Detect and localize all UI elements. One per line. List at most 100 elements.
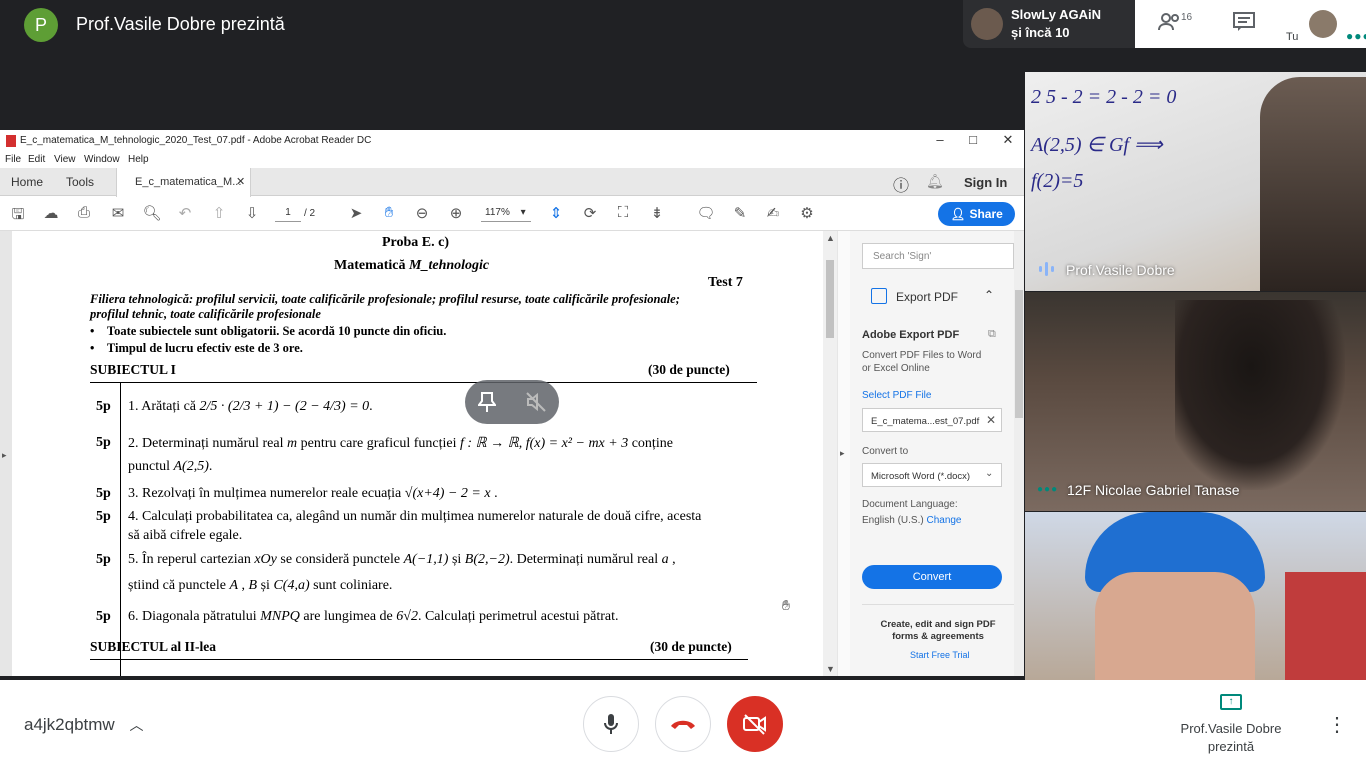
export-pdf-heading[interactable]: Export PDF (896, 290, 958, 304)
doc-subiectul-1-points: (30 de puncte) (648, 362, 730, 377)
help-icon[interactable]: ⓘ (893, 172, 909, 196)
video-tile-participant[interactable]: ●●● 12F Nicolae Gabriel Tanase (1025, 292, 1366, 511)
pane-collapse-icon[interactable]: ▸ (840, 448, 845, 459)
q5-text-line2: știind că punctele A , B și C(4,a) sunt … (128, 578, 393, 593)
zoom-level: 117% (485, 207, 510, 218)
mail-icon[interactable]: ✉ (108, 204, 128, 222)
scroll-mode-icon[interactable]: ⇟ (647, 204, 667, 222)
more-options-icon[interactable]: ⋮ (1327, 712, 1347, 737)
free-trial-link[interactable]: Start Free Trial (910, 650, 970, 660)
self-avatar[interactable] (1309, 10, 1337, 38)
sign-in-link[interactable]: Sign In (964, 175, 1007, 190)
menu-file[interactable]: File (5, 154, 21, 165)
present-screen-icon[interactable]: ↑ (1220, 694, 1242, 710)
tab-home[interactable]: Home (11, 175, 43, 189)
zoom-out-icon[interactable]: ⊖ (412, 204, 432, 222)
doc-subiectul-2-points: (30 de puncte) (650, 639, 732, 654)
scroll-down-icon[interactable]: ▼ (826, 664, 835, 674)
maximize-icon[interactable]: □ (958, 132, 988, 147)
q1-text: 1. Arătați că 2/5 · (2/3 + 1) − (2 − 4/3… (128, 399, 373, 414)
chevron-up-icon[interactable]: ︿ (129, 717, 143, 733)
tile-participant-name: Prof.Vasile Dobre (1066, 262, 1175, 278)
doc-subiectul-1: SUBIECTUL I (90, 362, 176, 377)
fit-page-icon[interactable]: ⇕ (546, 204, 566, 222)
more-tools-icon[interactable]: ⚙︎ (797, 204, 817, 222)
chevron-up-icon[interactable]: ⌃ (984, 288, 994, 302)
q6-text: 6. Diagonala pătratului MNPQ are lungime… (128, 609, 619, 624)
bell-icon[interactable]: 🔔︎ (926, 173, 944, 190)
speaking-dots-icon: ●●● (1037, 484, 1059, 495)
q2-points: 5p (96, 435, 111, 450)
print-icon[interactable]: ⎙ (74, 204, 94, 221)
tab-close-icon[interactable]: ✕ (236, 175, 245, 188)
undo-icon[interactable]: ↶ (175, 204, 195, 222)
left-pane-toggle-icon[interactable]: ▸ (2, 450, 7, 461)
page-up-icon[interactable]: ⇧ (209, 204, 229, 222)
hang-up-button[interactable] (655, 696, 711, 752)
pane-scroll-thumb[interactable] (1015, 290, 1023, 418)
self-audio-indicator: ●●● (1346, 29, 1366, 43)
export-pdf-icon (871, 288, 887, 304)
tile-participant-name: 12F Nicolae Gabriel Tanase (1067, 482, 1240, 498)
zoom-level-select[interactable]: 117% ▾ (481, 204, 531, 222)
full-screen-icon[interactable]: ⛶ (613, 204, 633, 221)
highlight-pen-icon[interactable]: ✎ (730, 204, 750, 222)
minimize-icon[interactable]: – (925, 132, 955, 147)
share-button[interactable]: 👤︎ Share (938, 202, 1015, 226)
chat-icon[interactable] (1233, 12, 1255, 38)
meeting-code[interactable]: a4jk2qbtmw ︿ (24, 715, 143, 735)
convert-button[interactable]: Convert (862, 565, 1002, 589)
copy-icon[interactable]: ⧉ (988, 328, 996, 341)
video-tile-presenter[interactable]: 2 5 - 2 = 2 - 2 = 0 A(2,5) ∈ Gf ⟹ f(2)=5… (1025, 72, 1366, 291)
q3-text: 3. Rezolvați în mulțimea numerelor reale… (128, 486, 498, 501)
promo-text: Create, edit and sign PDF forms & agreem… (880, 619, 996, 642)
menu-window[interactable]: Window (84, 154, 120, 165)
upload-cloud-icon[interactable]: ☁ (41, 204, 61, 222)
participant-more: și încă 10 (1011, 25, 1070, 40)
q4-text: 4. Calculați probabilitatea ca, alegând … (128, 509, 702, 524)
page-down-icon[interactable]: ⇩ (242, 204, 262, 222)
q6-points: 5p (96, 609, 111, 624)
speaking-indicator-icon (1039, 262, 1055, 281)
adobe-export-pdf-title: Adobe Export PDF (862, 329, 960, 341)
select-pdf-link[interactable]: Select PDF File (862, 390, 931, 401)
menu-edit[interactable]: Edit (28, 154, 45, 165)
search-zoom-icon[interactable]: 🔍︎ (142, 204, 162, 222)
doc-filiera-line1: Filiera tehnologică: profilul servicii, … (90, 292, 680, 306)
save-icon[interactable]: 🖫︎ (8, 204, 28, 229)
select-cursor-icon[interactable]: ➤ (346, 204, 366, 222)
rotate-icon[interactable]: ⟳ (580, 204, 600, 222)
change-language-link[interactable]: Change (926, 515, 961, 526)
chevron-down-icon: ▾ (520, 207, 526, 218)
people-icon[interactable] (1158, 12, 1182, 38)
q4-text-line2: să aibă cifrele egale. (128, 528, 243, 543)
zoom-in-icon[interactable]: ⊕ (446, 204, 466, 222)
document-scroll-thumb[interactable] (826, 260, 834, 338)
sign-icon[interactable]: ✍︎ (763, 204, 783, 222)
microphone-button[interactable] (583, 696, 639, 752)
scroll-up-icon[interactable]: ▲ (826, 233, 835, 243)
presenting-label[interactable]: Prof.Vasile Dobre prezintă (1170, 720, 1292, 756)
pin-icon[interactable] (477, 391, 497, 418)
doc-subiectul-2: SUBIECTUL al II-lea (90, 639, 217, 654)
menu-view[interactable]: View (54, 154, 76, 165)
camera-off-icon (743, 714, 766, 735)
hand-tool-icon[interactable]: ✋︎ (379, 204, 399, 221)
video-tile-participant[interactable] (1025, 512, 1366, 680)
presenter-avatar: P (24, 8, 58, 42)
comment-icon[interactable]: 🗨︎ (696, 204, 716, 222)
selected-file-field[interactable]: E_c_matema...est_07.pdf (862, 408, 1002, 432)
background-blanket (1285, 572, 1366, 680)
camera-button[interactable] (727, 696, 783, 752)
format-select[interactable]: Microsoft Word (*.docx) (862, 463, 1002, 487)
mute-presentation-icon[interactable] (525, 391, 547, 418)
q5-text: 5. În reperul cartezian xOy se consideră… (128, 552, 676, 567)
remove-file-icon[interactable]: ✕ (986, 413, 996, 427)
menu-help[interactable]: Help (128, 154, 149, 165)
q2-text-line2: punctul A(2,5). (128, 459, 213, 474)
page-number-input[interactable]: 1 (275, 204, 301, 222)
tab-tools[interactable]: Tools (66, 175, 94, 189)
close-icon[interactable]: ✕ (993, 132, 1023, 148)
search-sign-input[interactable]: Search 'Sign' (862, 243, 1014, 269)
convert-to-label: Convert to (862, 446, 909, 457)
